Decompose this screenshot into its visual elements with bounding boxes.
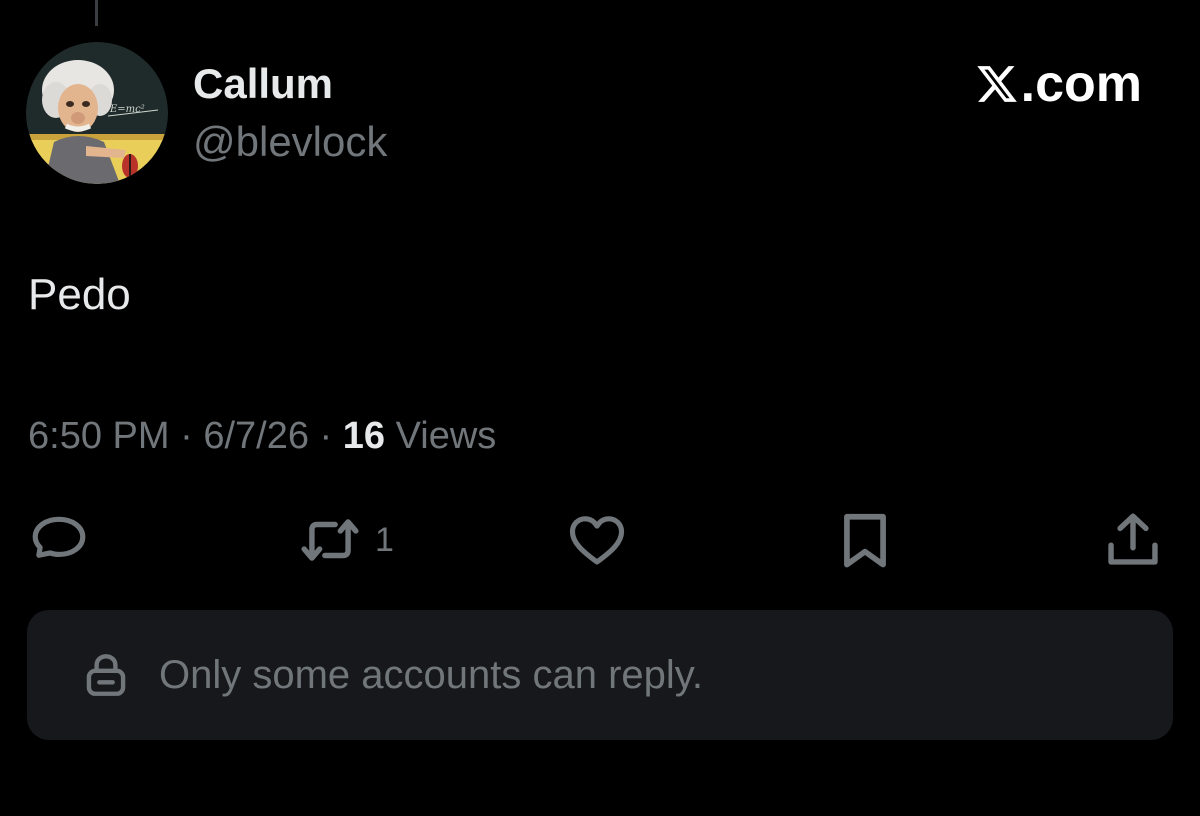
reply-restriction-notice: Only some accounts can reply.: [27, 610, 1173, 740]
brand-watermark: .com: [975, 56, 1142, 112]
x-logo-icon: [976, 66, 1017, 102]
like-button[interactable]: [564, 508, 630, 572]
reply-icon: [32, 516, 86, 558]
meta-separator: ·: [319, 415, 333, 457]
views-label: Views: [395, 415, 497, 457]
post-date[interactable]: 6/7/26: [203, 415, 309, 457]
post-text: Pedo: [28, 270, 131, 319]
author-handle[interactable]: @blevlock: [193, 118, 387, 166]
share-icon: [1108, 513, 1158, 565]
action-bar: 1: [0, 508, 1200, 572]
post-page: E=mc² Callum @blevlock .com Pedo 6:50 PM…: [0, 0, 1200, 816]
post-meta: 6:50 PM · 6/7/26 · 16 Views: [28, 412, 496, 460]
post-time[interactable]: 6:50 PM: [28, 415, 170, 457]
thread-connector-line: [95, 0, 98, 26]
author-name[interactable]: Callum: [193, 60, 333, 108]
reply-restriction-text: Only some accounts can reply.: [159, 653, 703, 697]
share-button[interactable]: [1102, 508, 1164, 572]
repost-button[interactable]: 1: [297, 508, 394, 572]
heart-icon: [569, 516, 625, 565]
meta-separator: ·: [180, 415, 193, 457]
reply-button[interactable]: [28, 508, 90, 572]
bookmark-button[interactable]: [834, 508, 896, 572]
avatar[interactable]: E=mc²: [26, 42, 168, 184]
brand-text: .com: [1020, 55, 1142, 113]
bookmark-icon: [844, 513, 886, 568]
repost-icon: [301, 519, 359, 561]
repost-count: 1: [375, 521, 394, 559]
views-count: 16: [342, 415, 386, 457]
lock-icon: [86, 654, 126, 696]
avatar-image: E=mc²: [26, 42, 168, 184]
